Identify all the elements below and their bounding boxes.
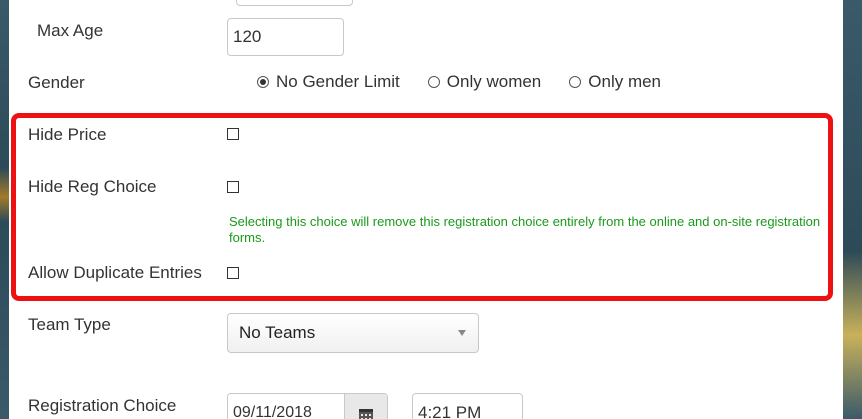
registration-date-field[interactable]: 09/11/2018	[227, 393, 388, 419]
registration-date-value: 09/11/2018	[233, 404, 312, 419]
registration-time-input[interactable]: 4:21 PM	[412, 393, 523, 419]
gender-option-label: Only men	[588, 72, 662, 91]
gender-option-no-limit[interactable]: No Gender Limit	[257, 72, 400, 92]
caret-down-icon	[458, 330, 466, 336]
radio-women[interactable]	[427, 76, 440, 88]
max-age-label: Max Age	[37, 21, 104, 40]
registration-choice-label: Registration Choice	[28, 396, 177, 415]
radio-no-limit[interactable]	[257, 76, 269, 88]
gender-option-label: No Gender Limit	[276, 72, 400, 91]
hide-reg-choice-help-text: Selecting this choice will remove this r…	[229, 214, 821, 245]
calendar-button[interactable]	[344, 394, 387, 419]
max-age-input[interactable]	[227, 18, 344, 56]
gender-radio-group: No Gender Limit Only women Only men	[257, 72, 689, 92]
hide-reg-choice-checkbox[interactable]	[227, 181, 239, 193]
hide-price-checkbox[interactable]	[227, 128, 239, 140]
form-dialog: Max Age Gender No Gender Limit Only wome…	[9, 0, 843, 419]
gender-option-women[interactable]: Only women	[427, 72, 542, 92]
background-right	[843, 0, 862, 419]
gender-option-label: Only women	[446, 72, 542, 91]
team-type-label: Team Type	[28, 315, 111, 334]
calendar-icon	[359, 409, 373, 419]
team-type-selected-value: No Teams	[239, 323, 316, 342]
gender-option-men[interactable]: Only men	[569, 72, 661, 92]
background-left	[0, 0, 9, 419]
allow-duplicate-label: Allow Duplicate Entries	[28, 263, 202, 282]
min-age-input[interactable]	[236, 0, 353, 6]
hide-price-label: Hide Price	[28, 125, 107, 144]
team-type-select[interactable]: No Teams	[227, 313, 479, 353]
allow-duplicate-checkbox[interactable]	[227, 267, 239, 279]
hide-reg-choice-label: Hide Reg Choice	[28, 177, 157, 196]
radio-men[interactable]	[569, 76, 582, 88]
gender-label: Gender	[28, 73, 85, 92]
